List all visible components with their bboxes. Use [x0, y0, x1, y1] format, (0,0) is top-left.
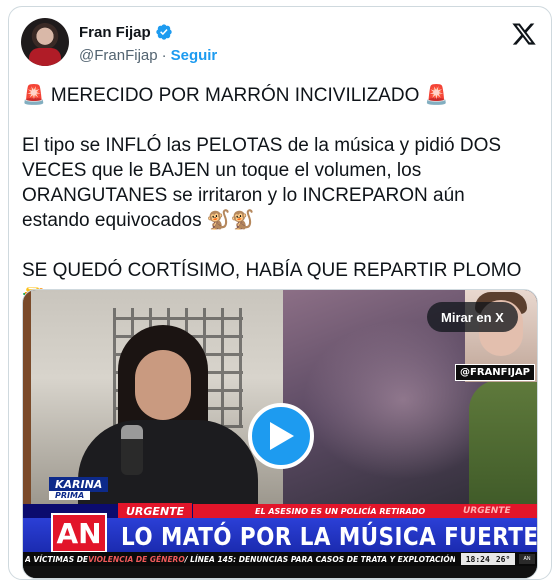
clock-temp: 26° [495, 554, 511, 564]
tweet-text: 🚨 MERECIDO POR MARRÓN INCIVILIZADO 🚨 El … [22, 83, 532, 308]
x-logo-icon[interactable] [511, 21, 537, 47]
ticker-rest: / LÍNEA 145: DENUNCIAS PARA CASOS DE TRA… [184, 554, 455, 564]
author-handle[interactable]: @FranFijap [79, 47, 158, 64]
tweet-paragraph-title: 🚨 MERECIDO POR MARRÓN INCIVILIZADO 🚨 [22, 85, 449, 106]
urgent-tag-right: URGENTE [455, 504, 537, 518]
inset-handle-label: @FRANFIJAP [455, 364, 535, 381]
play-icon [270, 422, 294, 450]
follow-button[interactable]: Seguir [171, 47, 218, 64]
clock-time: 18:24 [465, 554, 490, 564]
tweet-card: Fran Fijap @FranFijap · Seguir 🚨 MERECID… [8, 6, 552, 580]
author-display-name[interactable]: Fran Fijap [79, 24, 151, 41]
play-button[interactable] [248, 403, 314, 469]
urgent-tag: URGENTE [118, 503, 193, 519]
news-clock: 18:24 26° [461, 553, 515, 565]
lower-third-role: PRIMA [49, 491, 91, 500]
urgent-subline: EL ASESINO ES UN POLICÍA RETIRADO [193, 504, 455, 518]
ticker-accent: VIOLENCIA DE GÉNERO [88, 554, 185, 564]
lower-third-name: KARINA [49, 477, 109, 492]
channel-logo: AN [51, 513, 107, 553]
news-headline: LO MATÓ POR LA MÚSICA FUERTE [121, 522, 538, 551]
news-ticker: A VÍCTIMAS DE VIOLENCIA DE GÉNERO / LÍNE… [25, 552, 455, 566]
microphone-image [121, 425, 143, 475]
author-avatar[interactable] [21, 18, 69, 66]
author-handle-row: @FranFijap · Seguir [79, 47, 217, 64]
separator-dot: · [161, 47, 167, 64]
corner-channel-badge: AN [519, 554, 535, 564]
verified-badge-icon [156, 24, 172, 40]
tweet-paragraph-body: El tipo se INFLÓ las PELOTAS de la músic… [22, 135, 507, 231]
ticker-prefix: A VÍCTIMAS DE [25, 554, 89, 564]
author-name-row: Fran Fijap [79, 23, 173, 41]
watch-on-x-button[interactable]: Mirar en X [427, 302, 518, 332]
video-player[interactable]: @FRANFIJAP Mirar en X KARINA PRIMA EL AS… [22, 289, 538, 579]
video-bottom-strip [23, 566, 537, 578]
